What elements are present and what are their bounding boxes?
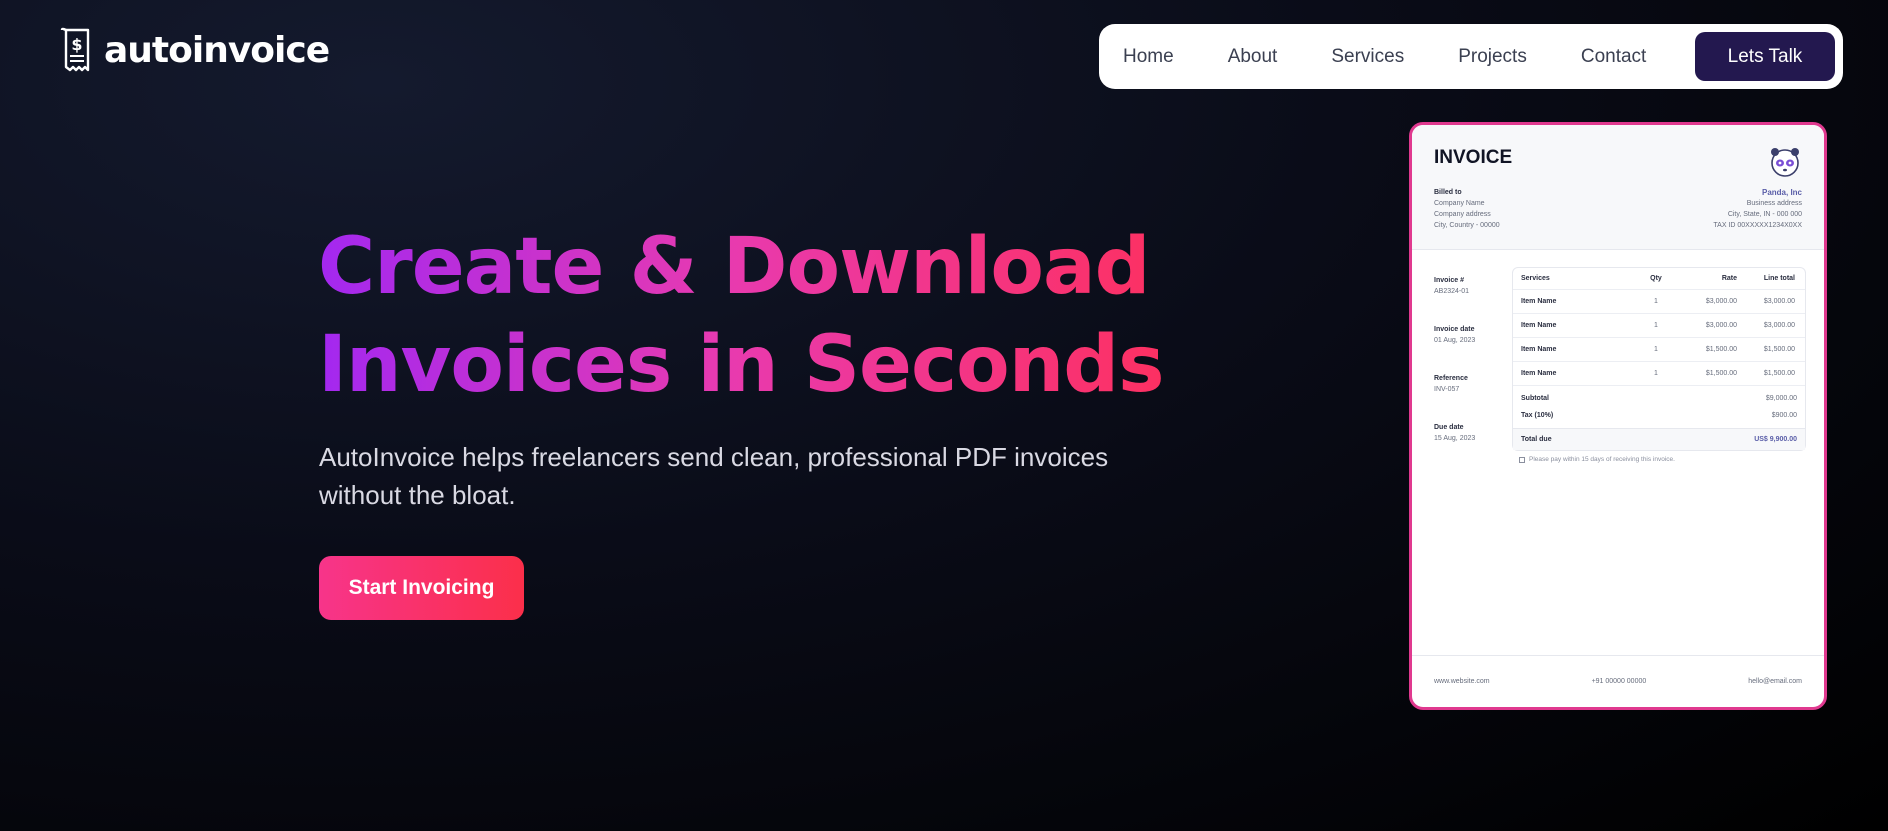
meta-reference: Reference INV-057 — [1434, 373, 1475, 395]
meta-label: Invoice date — [1434, 326, 1475, 333]
footer-website: www.website.com — [1434, 678, 1490, 685]
receipt-dollar-icon: $ — [60, 27, 90, 72]
item-total: $1,500.00 — [1763, 346, 1795, 353]
panda-icon — [1771, 148, 1799, 177]
brand-name: autoinvoice — [104, 29, 330, 71]
item-total: $1,500.00 — [1763, 370, 1795, 377]
footer-email: hello@email.com — [1748, 678, 1802, 685]
tax-label: Tax (10%) — [1521, 412, 1554, 419]
start-invoicing-button[interactable]: Start Invoicing — [319, 556, 524, 620]
item-name: Item Name — [1521, 298, 1557, 305]
invoice-footer: www.website.com +91 00000 00000 hello@em… — [1412, 655, 1824, 707]
meta-value: 15 Aug, 2023 — [1434, 435, 1476, 442]
item-qty: 1 — [1654, 322, 1658, 329]
meta-value: AB2324-01 — [1434, 288, 1470, 295]
invoice-header: INVOICE Billed to Company Name Company a… — [1412, 125, 1824, 250]
business-line: Business address — [1746, 200, 1802, 207]
nav-link-about[interactable]: About — [1228, 46, 1278, 68]
nav-link-home[interactable]: Home — [1123, 46, 1174, 68]
invoice-meta: Invoice # AB2324-01 Invoice date 01 Aug,… — [1434, 275, 1475, 471]
table-header: Services Qty Rate Line total — [1513, 268, 1805, 290]
item-name: Item Name — [1521, 322, 1557, 329]
meta-value: 01 Aug, 2023 — [1434, 337, 1476, 344]
invoice-preview: INVOICE Billed to Company Name Company a… — [1409, 122, 1827, 710]
item-qty: 1 — [1654, 370, 1658, 377]
top-nav: Home About Services Projects Contact Let… — [1099, 24, 1843, 89]
item-rate: $3,000.00 — [1705, 322, 1737, 329]
subtotal-value: $9,000.00 — [1765, 395, 1797, 402]
payment-note-text: Please pay within 15 days of receiving t… — [1529, 456, 1675, 463]
tax-row: Tax (10%) $900.00 — [1513, 407, 1805, 424]
invoice-title: INVOICE — [1434, 147, 1513, 168]
lets-talk-button[interactable]: Lets Talk — [1695, 32, 1835, 81]
item-qty: 1 — [1654, 298, 1658, 305]
total-row: Total due US$ 9,900.00 — [1513, 428, 1805, 450]
invoice-table: Services Qty Rate Line total Item Name 1… — [1512, 267, 1806, 451]
hero-subtitle: AutoInvoice helps freelancers send clean… — [319, 442, 1109, 510]
meta-label: Reference — [1434, 375, 1468, 382]
table-row: Item Name 1 $1,500.00 $1,500.00 — [1513, 362, 1805, 386]
meta-label: Invoice # — [1434, 277, 1464, 284]
billed-to-line: City, Country - 00000 — [1434, 222, 1500, 229]
col-qty: Qty — [1650, 275, 1662, 282]
nav-link-projects[interactable]: Projects — [1458, 46, 1527, 68]
nav-link-contact[interactable]: Contact — [1581, 46, 1646, 68]
table-row: Item Name 1 $1,500.00 $1,500.00 — [1513, 338, 1805, 362]
meta-label: Due date — [1434, 424, 1464, 431]
subtotal-label: Subtotal — [1521, 395, 1549, 402]
hero-title-line-1: Create & Download — [318, 222, 1150, 312]
meta-invoice-number: Invoice # AB2324-01 — [1434, 275, 1475, 297]
meta-invoice-date: Invoice date 01 Aug, 2023 — [1434, 324, 1475, 346]
item-total: $3,000.00 — [1763, 322, 1795, 329]
item-total: $3,000.00 — [1763, 298, 1795, 305]
footer-phone: +91 00000 00000 — [1591, 678, 1647, 685]
nav-link-services[interactable]: Services — [1331, 46, 1404, 68]
business-name: Panda, Inc — [1761, 188, 1802, 197]
business-info: Panda, Inc Business address City, State,… — [1713, 187, 1802, 231]
checkbox-icon — [1519, 456, 1525, 463]
item-rate: $3,000.00 — [1705, 298, 1737, 305]
item-qty: 1 — [1654, 346, 1658, 353]
total-value: US$ 9,900.00 — [1754, 436, 1797, 443]
business-line: City, State, IN - 000 000 — [1727, 211, 1802, 218]
billed-to-line: Company Name — [1434, 200, 1485, 207]
meta-value: INV-057 — [1434, 386, 1460, 393]
col-rate: Rate — [1721, 275, 1737, 282]
item-rate: $1,500.00 — [1705, 370, 1737, 377]
billed-to-label: Billed to — [1434, 189, 1462, 196]
svg-text:$: $ — [71, 35, 82, 54]
subtotal-row: Subtotal $9,000.00 — [1513, 390, 1805, 407]
tax-value: $900.00 — [1771, 412, 1797, 419]
table-row: Item Name 1 $3,000.00 $3,000.00 — [1513, 314, 1805, 338]
billed-to: Billed to Company Name Company address C… — [1434, 187, 1500, 231]
hero-title: Create & Download Invoices in Seconds — [318, 218, 1218, 414]
business-line: TAX ID 00XXXXX1234X0XX — [1713, 222, 1802, 229]
item-rate: $1,500.00 — [1705, 346, 1737, 353]
table-row: Item Name 1 $3,000.00 $3,000.00 — [1513, 290, 1805, 314]
item-name: Item Name — [1521, 370, 1557, 377]
col-services: Services — [1521, 275, 1550, 282]
billed-to-line: Company address — [1434, 211, 1491, 218]
meta-due-date: Due date 15 Aug, 2023 — [1434, 422, 1475, 444]
payment-note: Please pay within 15 days of receiving t… — [1519, 456, 1675, 463]
col-line-total: Line total — [1763, 275, 1795, 282]
hero-title-line-2: Invoices in Seconds — [318, 320, 1164, 410]
total-label: Total due — [1521, 436, 1552, 443]
item-name: Item Name — [1521, 346, 1557, 353]
brand-logo[interactable]: $ autoinvoice — [58, 26, 330, 74]
